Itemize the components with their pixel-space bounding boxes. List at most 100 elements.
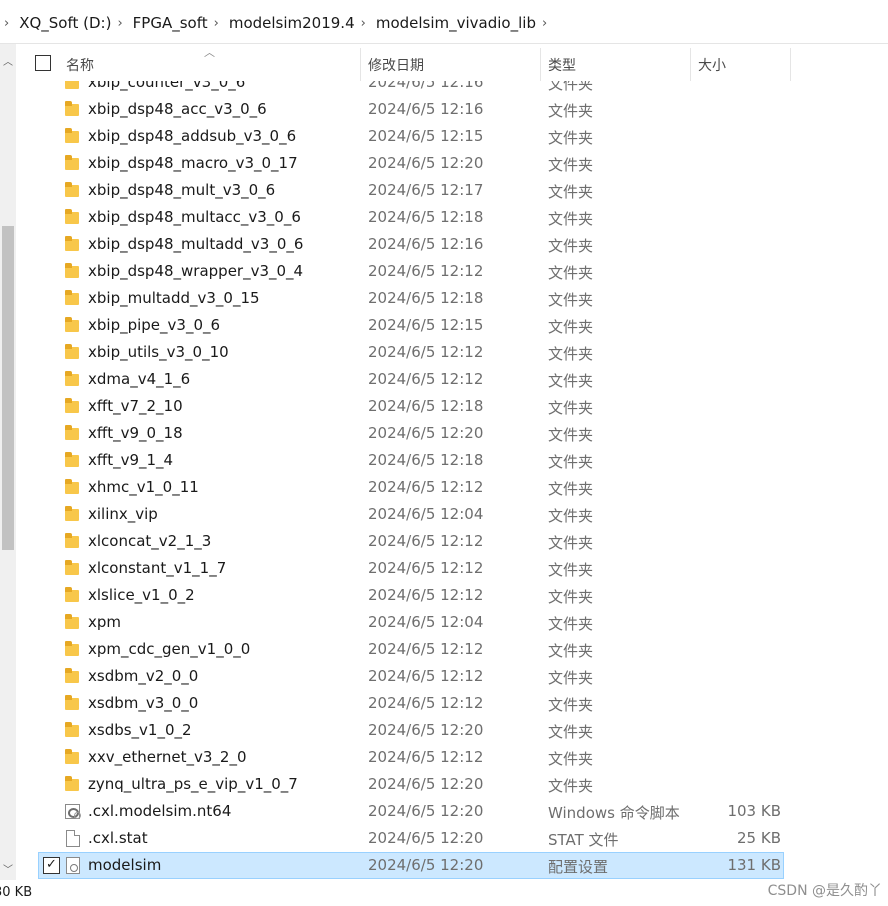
file-row[interactable]: xbip_utils_v3_0_10 2024/6/5 12:12 文件夹 <box>16 339 888 366</box>
folder-icon <box>65 263 81 280</box>
breadcrumb-item[interactable]: modelsim_vivadio_lib <box>376 14 536 32</box>
file-row[interactable]: xdma_v4_1_6 2024/6/5 12:12 文件夹 <box>16 366 888 393</box>
file-name[interactable]: xbip_multadd_v3_0_15 <box>88 289 260 307</box>
file-name[interactable]: xlconcat_v2_1_3 <box>88 532 211 550</box>
file-name[interactable]: xsdbm_v2_0_0 <box>88 667 198 685</box>
file-type: 文件夹 <box>548 129 594 147</box>
file-row[interactable]: xbip_pipe_v3_0_6 2024/6/5 12:15 文件夹 <box>16 312 888 339</box>
scrollbar-thumb[interactable] <box>2 226 14 550</box>
file-type: 文件夹 <box>548 642 594 660</box>
file-name[interactable]: xbip_utils_v3_0_10 <box>88 343 229 361</box>
row-checkbox[interactable]: ✓ <box>43 857 60 874</box>
file-name[interactable]: xfft_v7_2_10 <box>88 397 183 415</box>
folder-icon <box>65 452 81 469</box>
scroll-up-icon[interactable]: ︿ <box>0 52 16 68</box>
file-row[interactable]: xfft_v9_1_4 2024/6/5 12:18 文件夹 <box>16 447 888 474</box>
file-name[interactable]: xbip_dsp48_acc_v3_0_6 <box>88 100 267 118</box>
file-name[interactable]: modelsim <box>88 856 161 874</box>
column-name-header[interactable]: 名称 <box>66 55 94 75</box>
chevron-right-icon[interactable]: › <box>111 16 132 31</box>
column-date-header[interactable]: 修改日期 <box>368 55 424 75</box>
file-name[interactable]: xbip_dsp48_addsub_v3_0_6 <box>88 127 296 145</box>
column-divider[interactable] <box>690 48 691 81</box>
file-name[interactable]: xbip_dsp48_multadd_v3_0_6 <box>88 235 303 253</box>
file-type: 文件夹 <box>548 615 594 633</box>
scroll-down-icon[interactable]: ﹀ <box>0 860 16 876</box>
file-row[interactable]: xilinx_vip 2024/6/5 12:04 文件夹 <box>16 501 888 528</box>
file-row[interactable]: xbip_dsp48_mult_v3_0_6 2024/6/5 12:17 文件夹 <box>16 177 888 204</box>
file-row[interactable]: xlslice_v1_0_2 2024/6/5 12:12 文件夹 <box>16 582 888 609</box>
chevron-right-icon[interactable]: › <box>355 16 376 31</box>
folder-icon <box>65 182 81 199</box>
column-divider[interactable] <box>540 48 541 81</box>
file-date: 2024/6/5 12:17 <box>368 181 484 199</box>
file-name[interactable]: xlslice_v1_0_2 <box>88 586 195 604</box>
file-row[interactable]: xlconcat_v2_1_3 2024/6/5 12:12 文件夹 <box>16 528 888 555</box>
select-all-checkbox[interactable] <box>35 55 51 71</box>
chevron-right-icon[interactable]: › <box>536 16 557 31</box>
breadcrumb-item[interactable]: FPGA_soft <box>133 14 208 32</box>
chevron-right-icon[interactable]: › <box>208 16 229 31</box>
file-row[interactable]: xbip_dsp48_multadd_v3_0_6 2024/6/5 12:16 文… <box>16 231 888 258</box>
file-type: 文件夹 <box>548 777 594 795</box>
file-row[interactable]: xpm_cdc_gen_v1_0_0 2024/6/5 12:12 文件夹 <box>16 636 888 663</box>
file-name[interactable]: xhmc_v1_0_11 <box>88 478 199 496</box>
address-bar[interactable]: › XQ_Soft (D:) › FPGA_soft › modelsim2019.4 › m… <box>0 0 888 44</box>
file-name[interactable]: xsdbs_v1_0_2 <box>88 721 192 739</box>
file-row[interactable]: xbip_dsp48_addsub_v3_0_6 2024/6/5 12:15 文件… <box>16 123 888 150</box>
file-row[interactable]: xlconstant_v1_1_7 2024/6/5 12:12 文件夹 <box>16 555 888 582</box>
file-name[interactable]: xbip_counter_v3_0_6 <box>88 81 245 91</box>
file-name[interactable]: xpm <box>88 613 121 631</box>
file-name[interactable]: xbip_dsp48_macro_v3_0_17 <box>88 154 298 172</box>
file-name[interactable]: xpm_cdc_gen_v1_0_0 <box>88 640 250 658</box>
file-name[interactable]: xdma_v4_1_6 <box>88 370 190 388</box>
file-row[interactable]: xxv_ethernet_v3_2_0 2024/6/5 12:12 文件夹 <box>16 744 888 771</box>
breadcrumb-item[interactable]: modelsim2019.4 <box>229 14 355 32</box>
file-row[interactable]: xpm 2024/6/5 12:04 文件夹 <box>16 609 888 636</box>
sort-arrow-icon[interactable]: ︿ <box>204 44 215 60</box>
column-divider[interactable] <box>790 48 791 81</box>
file-type: 文件夹 <box>548 453 594 471</box>
file-row[interactable]: .cxl.stat 2024/6/5 12:20 STAT 文件 25 KB <box>16 825 888 852</box>
file-name[interactable]: xxv_ethernet_v3_2_0 <box>88 748 247 766</box>
file-row[interactable]: xbip_dsp48_macro_v3_0_17 2024/6/5 12:20 文件… <box>16 150 888 177</box>
column-size-header[interactable]: 大小 <box>698 55 726 75</box>
file-row[interactable]: xfft_v9_0_18 2024/6/5 12:20 文件夹 <box>16 420 888 447</box>
folder-icon <box>65 479 81 496</box>
folder-icon <box>65 776 81 793</box>
folder-icon <box>65 371 81 388</box>
file-name[interactable]: zynq_ultra_ps_e_vip_v1_0_7 <box>88 775 298 793</box>
file-type: 文件夹 <box>548 210 594 228</box>
file-size: 103 KB <box>727 802 781 820</box>
file-row[interactable]: .cxl.modelsim.nt64 2024/6/5 12:20 Windows … <box>16 798 888 825</box>
file-name[interactable]: xsdbm_v3_0_0 <box>88 694 198 712</box>
file-date: 2024/6/5 12:16 <box>368 81 484 91</box>
file-row[interactable]: xbip_dsp48_multacc_v3_0_6 2024/6/5 12:18 文… <box>16 204 888 231</box>
file-name[interactable]: xlconstant_v1_1_7 <box>88 559 226 577</box>
file-name[interactable]: xfft_v9_0_18 <box>88 424 183 442</box>
file-row[interactable]: xsdbs_v1_0_2 2024/6/5 12:20 文件夹 <box>16 717 888 744</box>
vertical-scrollbar[interactable]: ︿ ﹀ <box>0 44 16 880</box>
file-name[interactable]: .cxl.modelsim.nt64 <box>88 802 231 820</box>
file-name[interactable]: xfft_v9_1_4 <box>88 451 173 469</box>
file-name[interactable]: xbip_dsp48_multacc_v3_0_6 <box>88 208 301 226</box>
file-row[interactable]: xbip_counter_v3_0_6 2024/6/5 12:16 文件夹 <box>16 81 888 96</box>
file-name[interactable]: xbip_pipe_v3_0_6 <box>88 316 220 334</box>
file-name[interactable]: .cxl.stat <box>88 829 148 847</box>
file-row[interactable]: xhmc_v1_0_11 2024/6/5 12:12 文件夹 <box>16 474 888 501</box>
file-name[interactable]: xbip_dsp48_mult_v3_0_6 <box>88 181 275 199</box>
file-row[interactable]: xsdbm_v3_0_0 2024/6/5 12:12 文件夹 <box>16 690 888 717</box>
file-name[interactable]: xbip_dsp48_wrapper_v3_0_4 <box>88 262 303 280</box>
file-row[interactable]: xbip_dsp48_acc_v3_0_6 2024/6/5 12:16 文件夹 <box>16 96 888 123</box>
file-row[interactable]: zynq_ultra_ps_e_vip_v1_0_7 2024/6/5 12:20… <box>16 771 888 798</box>
file-row[interactable]: xfft_v7_2_10 2024/6/5 12:18 文件夹 <box>16 393 888 420</box>
column-type-header[interactable]: 类型 <box>548 55 576 75</box>
breadcrumb-item[interactable]: XQ_Soft (D:) <box>19 14 111 32</box>
file-row[interactable]: ✓ modelsim 2024/6/5 12:20 配置设置 131 KB <box>16 852 888 879</box>
file-name[interactable]: xilinx_vip <box>88 505 158 523</box>
file-row[interactable]: xbip_multadd_v3_0_15 2024/6/5 12:18 文件夹 <box>16 285 888 312</box>
file-row[interactable]: xsdbm_v2_0_0 2024/6/5 12:12 文件夹 <box>16 663 888 690</box>
column-divider[interactable] <box>360 48 361 81</box>
chevron-right-icon[interactable]: › <box>0 16 19 31</box>
file-row[interactable]: xbip_dsp48_wrapper_v3_0_4 2024/6/5 12:12 文… <box>16 258 888 285</box>
